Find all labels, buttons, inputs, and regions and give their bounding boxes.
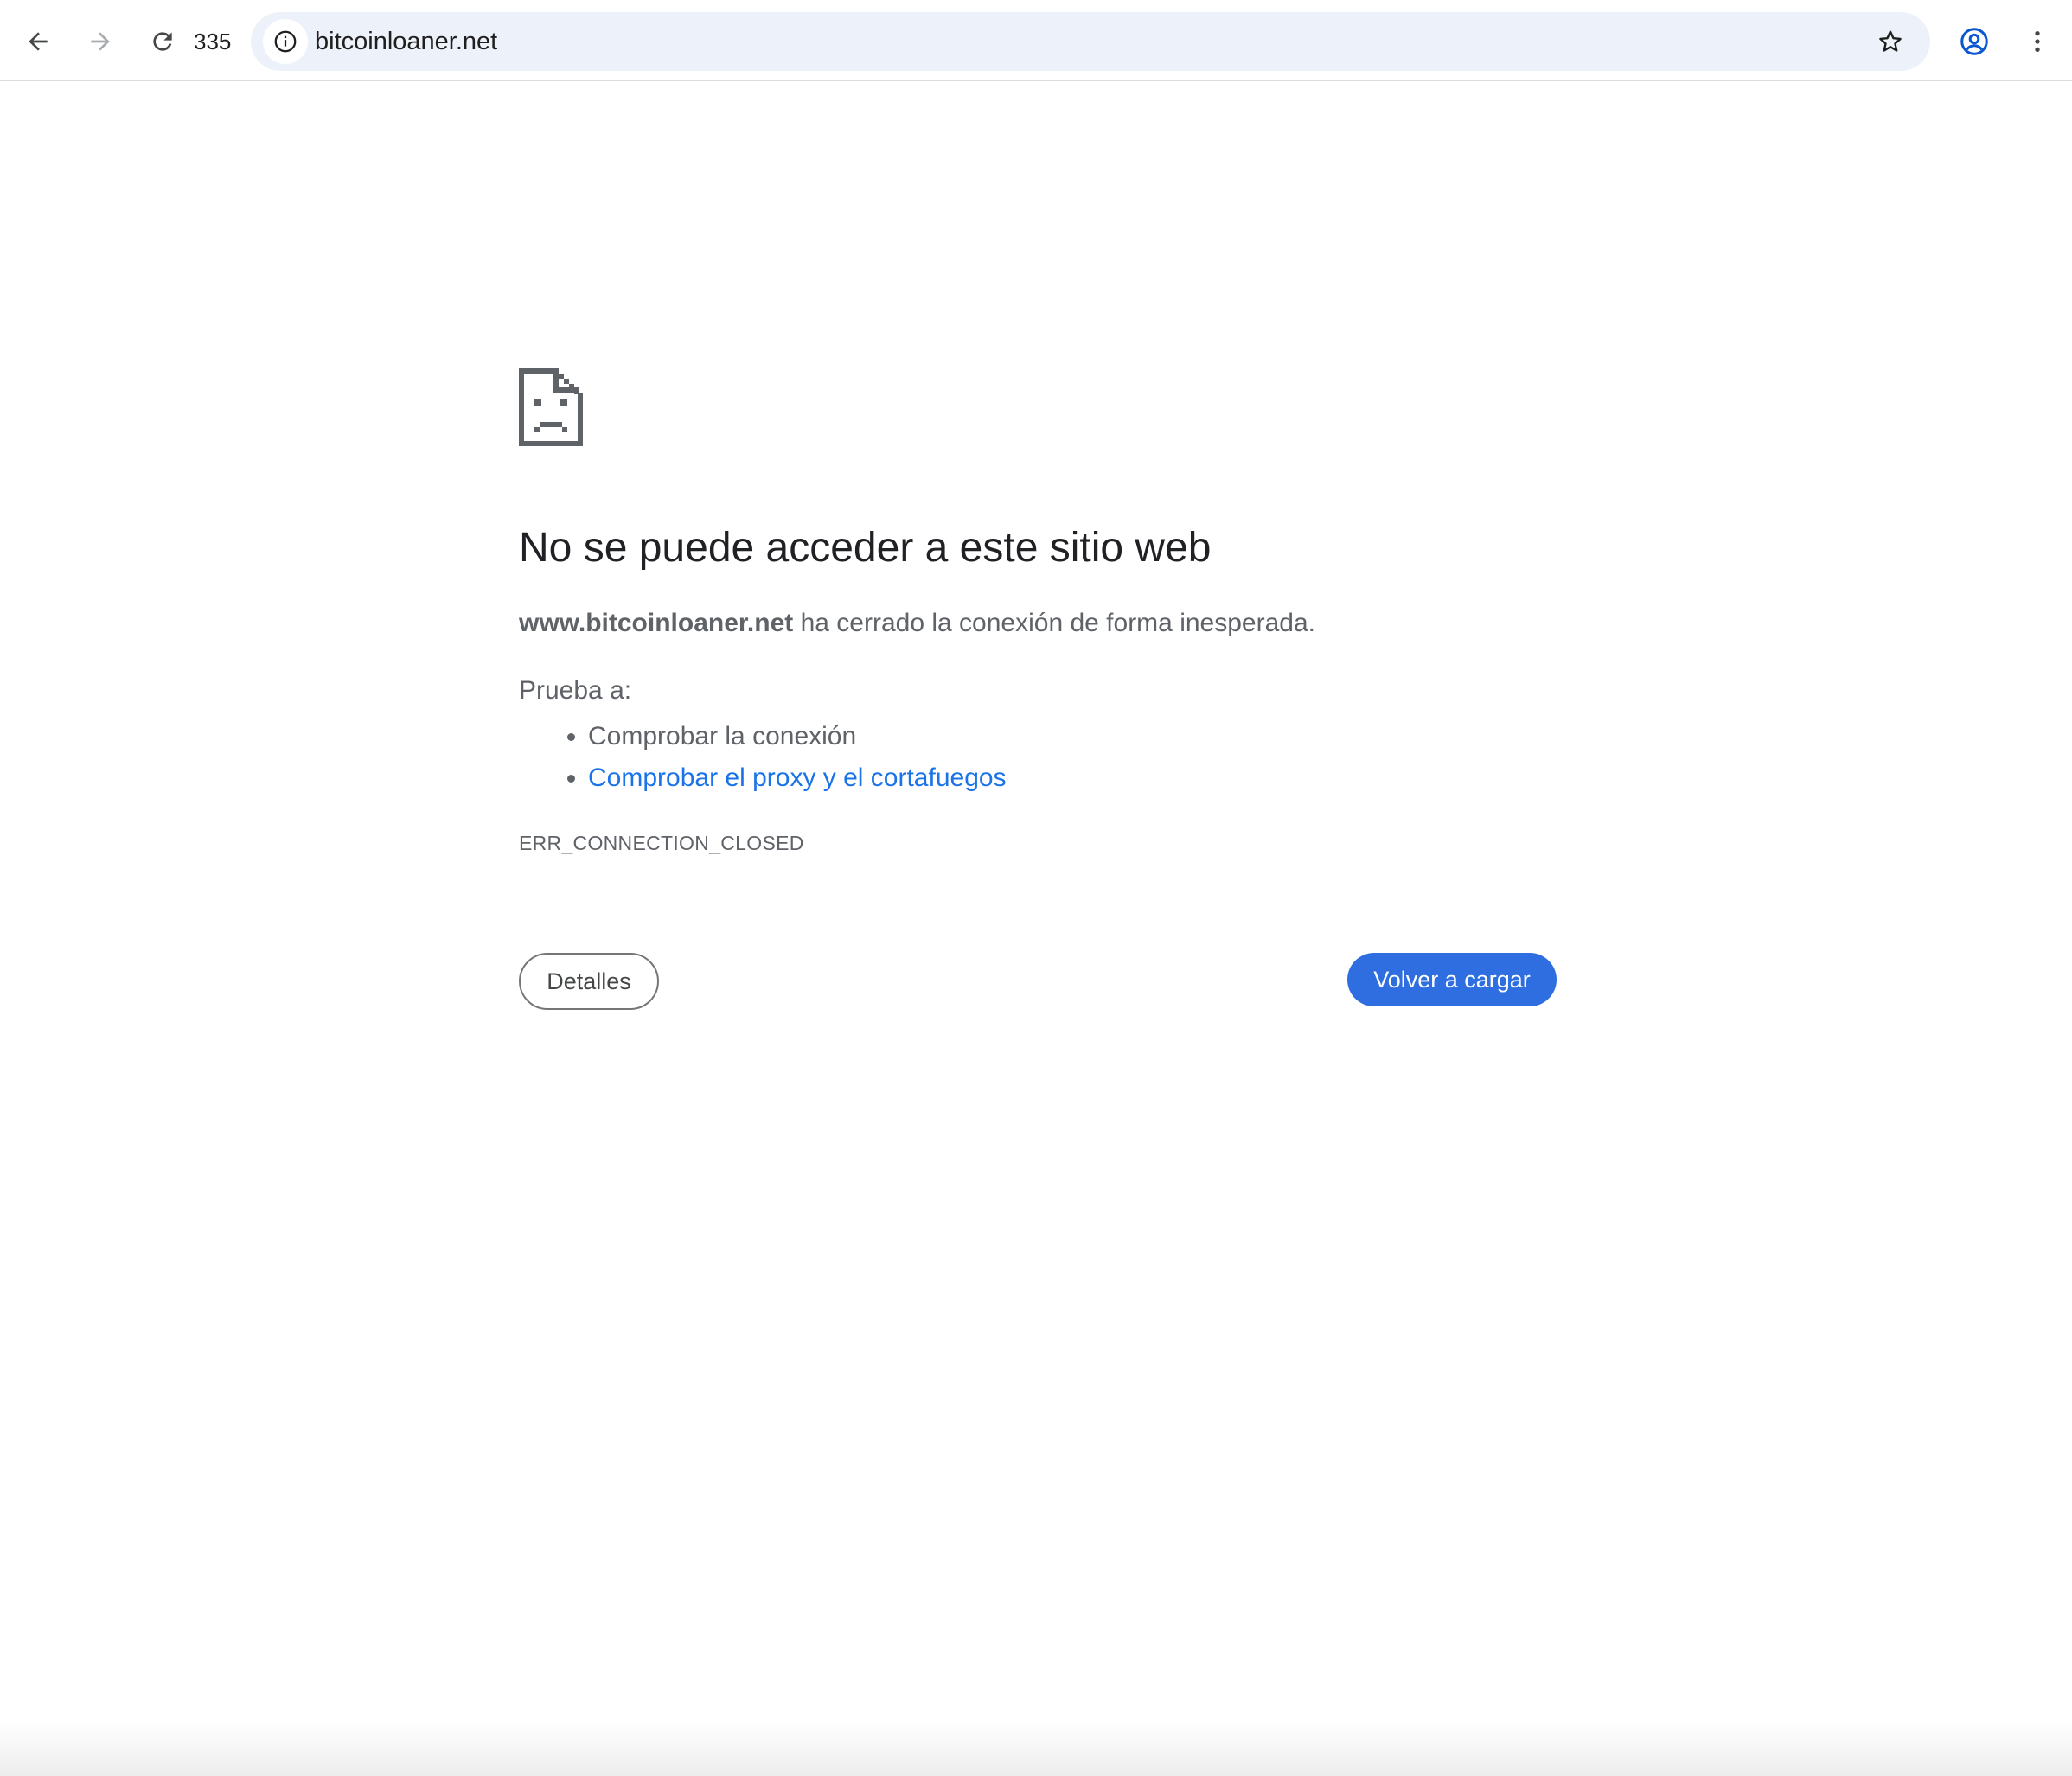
browser-toolbar: 335 bitcoinloaner.net [0, 0, 2072, 81]
kebab-menu-icon [2035, 31, 2040, 52]
suggestions-list: Comprobar la conexión Comprobar el proxy… [519, 716, 1007, 799]
sad-document-icon [519, 368, 583, 446]
reload-page-button[interactable]: Volver a cargar [1347, 953, 1557, 1006]
arrow-left-icon [29, 32, 48, 51]
error-description: www.bitcoinloaner.net ha cerrado la cone… [519, 609, 1315, 638]
forward-button[interactable] [76, 17, 125, 66]
bookmark-button[interactable] [1870, 21, 1911, 62]
try-label: Prueba a: [519, 676, 632, 705]
star-icon [1879, 30, 1902, 52]
address-bar[interactable]: bitcoinloaner.net [251, 12, 1930, 71]
details-button[interactable]: Detalles [519, 953, 659, 1010]
profile-button[interactable] [1950, 17, 1998, 66]
url-text[interactable]: bitcoinloaner.net [315, 12, 497, 71]
info-icon [274, 30, 297, 53]
error-host: www.bitcoinloaner.net [519, 609, 794, 637]
arrow-right-icon [91, 32, 110, 51]
reload-icon [153, 32, 172, 51]
reload-button[interactable] [138, 17, 187, 66]
account-circle-icon [1960, 28, 1988, 55]
check-proxy-link[interactable]: Comprobar el proxy y el cortafuegos [588, 763, 1007, 792]
reload-counter: 335 [194, 29, 232, 54]
suggestion-check-connection: Comprobar la conexión [588, 716, 1007, 757]
error-message: ha cerrado la conexión de forma inespera… [793, 609, 1315, 637]
error-heading: No se puede acceder a este sitio web [519, 525, 1212, 571]
site-info-button[interactable] [263, 19, 308, 64]
error-code: ERR_CONNECTION_CLOSED [519, 832, 804, 854]
suggestion-check-proxy: Comprobar el proxy y el cortafuegos [588, 757, 1007, 799]
bottom-shadow [0, 1721, 2072, 1776]
browser-menu-button[interactable] [2013, 17, 2062, 66]
back-button[interactable] [14, 17, 62, 66]
